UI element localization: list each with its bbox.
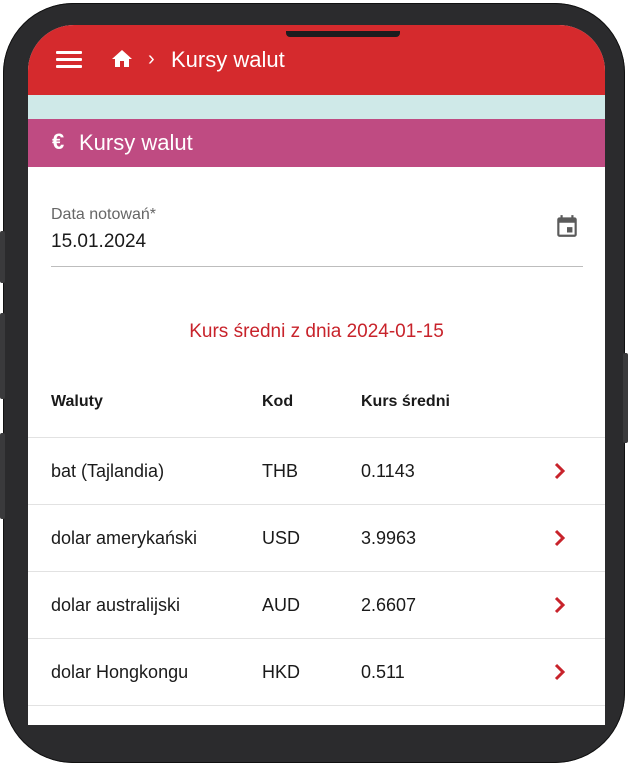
volume-button xyxy=(0,313,5,399)
currency-name: dolar Hongkongu xyxy=(51,662,189,682)
currency-name: dolar australijski xyxy=(51,595,181,615)
power-button xyxy=(623,353,628,443)
currency-code: USD xyxy=(262,528,301,548)
chevron-right-icon[interactable] xyxy=(552,594,568,616)
table-row[interactable]: dolar australijski AUD 2.6607 xyxy=(28,571,605,639)
speaker-notch xyxy=(286,31,400,37)
chevron-right-icon[interactable] xyxy=(552,527,568,549)
chevron-right-icon[interactable] xyxy=(552,460,568,482)
table-row[interactable]: bat (Tajlandia) THB 0.1143 xyxy=(28,437,605,505)
currency-name: bat (Tajlandia) xyxy=(51,461,165,481)
section-title: Kursy walut xyxy=(79,130,193,155)
volume-button xyxy=(0,433,5,519)
breadcrumb-separator: › xyxy=(148,48,155,70)
date-field-value[interactable]: 15.01.2024 xyxy=(51,231,146,253)
currency-rate: 0.511 xyxy=(361,662,405,682)
table-row[interactable] xyxy=(28,705,605,725)
column-header-rate: Kurs średni xyxy=(361,393,450,410)
home-icon[interactable] xyxy=(110,47,134,71)
rate-date-caption: Kurs średni z dnia 2024-01-15 xyxy=(189,321,444,342)
euro-icon: € xyxy=(52,129,65,154)
volume-button xyxy=(0,231,5,283)
currency-code: THB xyxy=(262,461,298,481)
currency-code: HKD xyxy=(262,662,301,682)
app-screen: › Kursy walut € Kursy walut Data notowań… xyxy=(28,25,605,725)
currency-name: dolar amerykański xyxy=(51,528,198,548)
date-field[interactable]: Data notowań* 15.01.2024 xyxy=(51,203,583,269)
currency-code: AUD xyxy=(262,595,301,615)
phone-frame: › Kursy walut € Kursy walut Data notowań… xyxy=(0,3,628,763)
calendar-icon[interactable] xyxy=(554,213,580,239)
column-header-code: Kod xyxy=(262,393,294,410)
date-field-underline xyxy=(51,266,583,267)
column-header-currency: Waluty xyxy=(51,393,103,410)
table-row[interactable]: dolar amerykański USD 3.9963 xyxy=(28,504,605,572)
currency-rate: 0.1143 xyxy=(361,461,415,481)
currency-rate: 3.9963 xyxy=(361,528,417,548)
section-header: € Kursy walut xyxy=(28,119,605,167)
menu-icon[interactable] xyxy=(56,51,82,69)
date-field-label: Data notowań* xyxy=(51,206,156,223)
breadcrumb-current: Kursy walut xyxy=(171,47,285,72)
chevron-right-icon[interactable] xyxy=(552,661,568,683)
currency-rate: 2.6607 xyxy=(361,595,417,615)
accent-strip xyxy=(28,95,605,119)
table-row[interactable]: dolar Hongkongu HKD 0.511 xyxy=(28,638,605,706)
